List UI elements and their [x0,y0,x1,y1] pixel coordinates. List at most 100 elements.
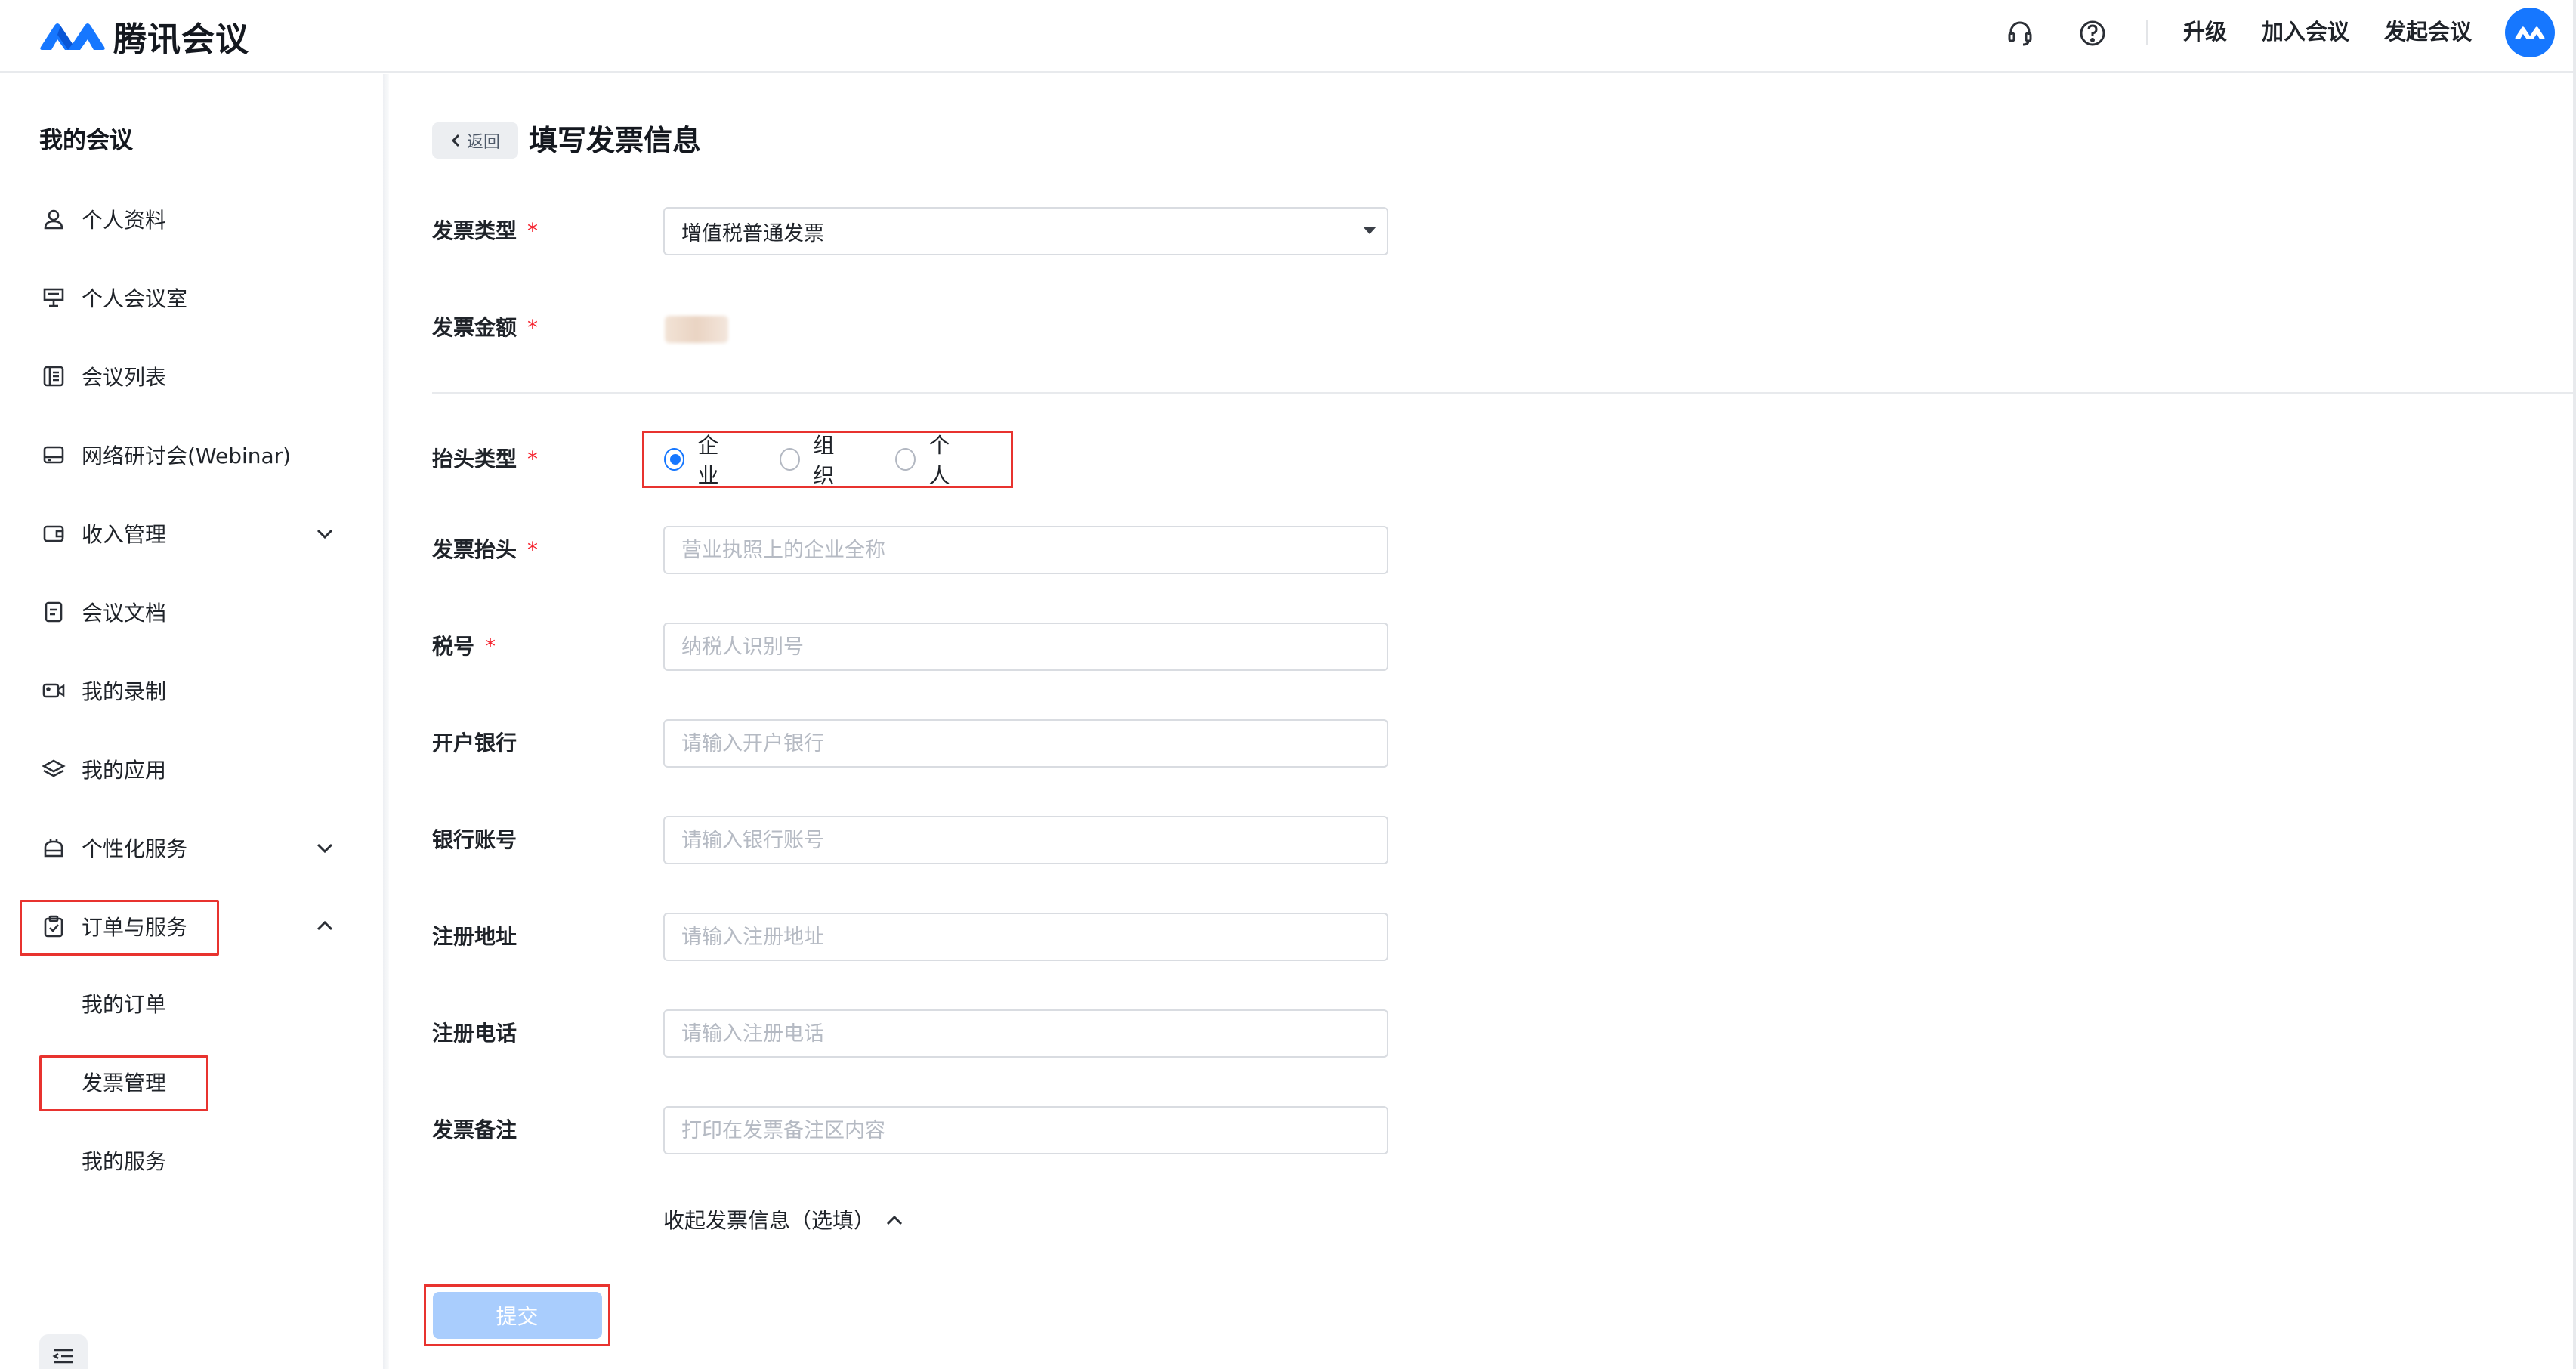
invoice-amount-label: 发票金额 * [432,313,538,343]
highlight-box-orders [20,900,219,956]
account-input[interactable] [663,816,1388,864]
chevron-down-icon[interactable] [311,834,338,861]
window-edge [2573,0,2576,1369]
join-meeting-link[interactable]: 加入会议 [2262,15,2349,48]
account-label: 银行账号 [432,827,517,852]
sidebar-item-label: 会议文档 [82,601,167,626]
label-text: 发票金额 [432,315,517,340]
document-icon [39,598,68,626]
invoice-type-label: 发票类型 * [432,216,538,246]
help-icon[interactable] [2076,17,2109,50]
sidebar-item-recordings[interactable]: 我的录制 [39,666,341,715]
address-input[interactable] [663,913,1388,961]
layers-icon [39,755,68,783]
required-mark: * [527,537,539,562]
sidebar-title: 我的会议 [39,127,133,154]
sidebar-item-meeting-list[interactable]: 会议列表 [39,352,341,400]
sidebar-item-label: 个人会议室 [82,286,188,311]
avatar[interactable] [2505,8,2555,57]
list-icon [39,362,68,391]
wallet-icon [39,519,68,548]
radio-option-individual[interactable]: 个人 [895,429,965,490]
invoice-type-value: 增值税普通发票 [681,221,824,246]
invoice-type-select[interactable]: 增值税普通发票 [663,207,1388,255]
sidebar: 我的会议 个人资料 个人会议室 会议列表 网络研讨会(Webinar) 收入管理 [0,74,383,1369]
radio-label: 个人 [928,433,950,488]
app-name: 腾讯会议 [113,20,249,59]
personalize-icon [39,833,68,862]
highlight-box-invoice [39,1055,208,1111]
collapse-label: 收起发票信息（选填） [663,1208,876,1233]
label-text: 抬头类型 [432,447,517,471]
label-text: 税号 [432,634,475,659]
sidebar-subitem-my-services[interactable]: 我的服务 [82,1139,166,1185]
sidebar-item-webinar[interactable]: 网络研讨会(Webinar) [39,431,341,479]
sidebar-item-profile[interactable]: 个人资料 [39,195,341,243]
submit-button[interactable]: 提交 [432,1292,602,1339]
required-mark: * [527,315,539,340]
sidebar-shadow [383,74,389,1369]
sidebar-item-label: 个人资料 [82,208,167,233]
sidebar-item-label: 个性化服务 [82,836,188,861]
sidebar-subitem-my-orders[interactable]: 我的订单 [82,982,166,1028]
video-icon [39,676,68,705]
chevron-up-icon [886,1215,903,1225]
invoice-title-label: 发票抬头 * [432,535,538,565]
radio-option-organization[interactable]: 组织 [780,429,850,490]
note-input[interactable] [663,1106,1388,1154]
label-text: 发票抬头 [432,537,517,562]
sidebar-item-label: 我的应用 [82,758,167,783]
invoice-title-input[interactable] [663,526,1388,574]
required-mark: * [485,634,496,659]
tax-number-label: 税号 * [432,632,496,662]
radio-label: 企业 [697,433,719,488]
upgrade-link[interactable]: 升级 [2183,15,2227,48]
start-meeting-link[interactable]: 发起会议 [2384,15,2472,48]
radio-label: 组织 [813,433,835,488]
menu-fold-icon [52,1349,73,1364]
header-divider [2146,20,2148,45]
sidebar-item-label: 网络研讨会(Webinar) [82,443,292,468]
note-label: 发票备注 [432,1117,517,1142]
address-label: 注册地址 [432,924,517,949]
radio-unchecked[interactable] [780,448,800,471]
phone-input[interactable] [663,1009,1388,1058]
tax-number-input[interactable] [663,623,1388,671]
section-divider [432,392,2576,394]
radio-checked[interactable] [664,448,684,471]
phone-label: 注册电话 [432,1021,517,1046]
sidebar-item-personal-room[interactable]: 个人会议室 [39,273,341,322]
sidebar-item-apps[interactable]: 我的应用 [39,745,341,793]
bank-input[interactable] [663,719,1388,768]
title-type-radio-group: 企业 组织 个人 [642,431,1013,488]
radio-unchecked[interactable] [895,448,916,471]
required-mark: * [527,218,539,243]
chevron-left-icon [451,134,460,147]
headset-icon[interactable] [2003,17,2037,50]
label-text: 发票类型 [432,218,517,243]
collapse-optional-link[interactable]: 收起发票信息（选填） [663,1206,905,1236]
bank-label: 开户银行 [432,731,517,756]
highlight-box-submit: 提交 [424,1284,610,1346]
top-header: 腾讯会议 升级 加入会议 发起会议 [0,0,2576,73]
back-button[interactable]: 返回 [432,122,518,159]
required-mark: * [527,447,539,471]
sidebar-collapse-button[interactable] [39,1334,88,1369]
sidebar-item-label: 我的录制 [82,679,167,704]
chevron-down-icon[interactable] [311,520,338,547]
sidebar-item-label: 会议列表 [82,365,167,390]
back-label: 返回 [466,133,500,152]
sidebar-item-label: 收入管理 [82,522,167,547]
title-type-label: 抬头类型 * [432,444,538,474]
caret-down-icon [1363,227,1376,234]
webinar-icon [39,440,68,469]
app-logo[interactable]: 腾讯会议 [38,12,249,60]
radio-option-enterprise[interactable]: 企业 [664,429,734,490]
sidebar-item-income[interactable]: 收入管理 [39,509,341,558]
sidebar-item-docs[interactable]: 会议文档 [39,588,341,636]
chevron-up-icon[interactable] [311,913,338,940]
podium-icon [39,283,68,312]
sidebar-item-personalize[interactable]: 个性化服务 [39,824,341,872]
tencent-meeting-logo-icon [40,23,105,50]
page-title: 填写发票信息 [529,124,702,157]
